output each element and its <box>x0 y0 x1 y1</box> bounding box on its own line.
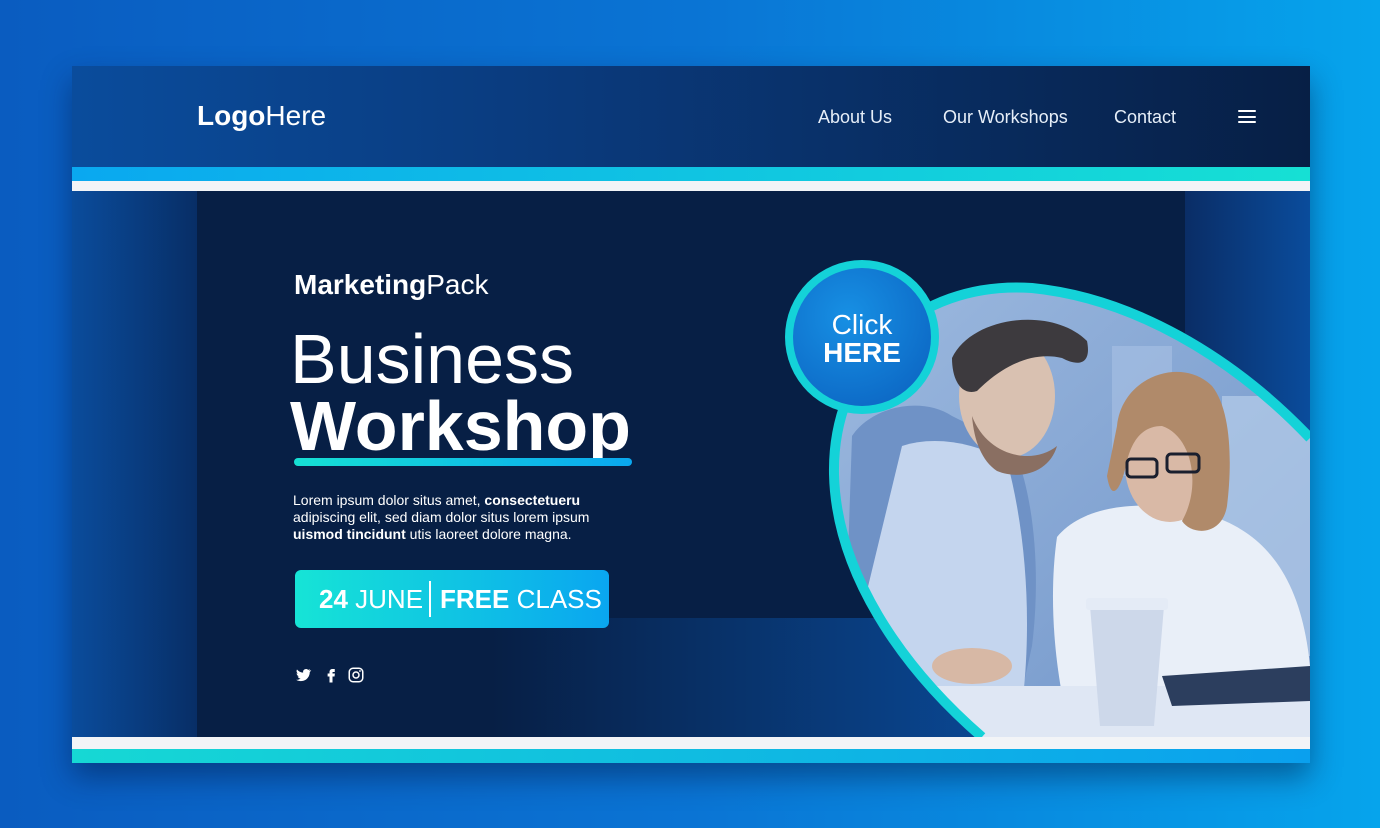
instagram-icon[interactable] <box>347 666 365 684</box>
badge-free: FREE <box>440 584 510 614</box>
description-text: Lorem ipsum dolor situs amet, consectetu… <box>293 492 623 543</box>
marketing-pack-kicker: MarketingPack <box>294 269 489 301</box>
title-line-2: Workshop <box>290 387 631 465</box>
badge-separator <box>429 581 431 617</box>
badge-month: JUNE <box>355 584 424 614</box>
workshop-photo <box>828 282 1310 741</box>
title-underline <box>294 458 632 466</box>
desc-bold-1: consectetueru <box>484 492 581 508</box>
bottom-accent-stripe <box>72 749 1310 763</box>
click-label: Click <box>831 309 893 340</box>
badge-day: 24 <box>319 584 348 614</box>
desc-part-1: Lorem ipsum dolor situs amet, <box>293 492 485 508</box>
title-line-1: Business <box>290 320 575 398</box>
twitter-icon[interactable] <box>294 666 312 684</box>
desc-bold-2: uismod tincidunt <box>293 526 406 542</box>
desc-part-2: adipiscing elit, sed diam dolor situs lo… <box>293 509 590 525</box>
badge-date: 24 JUNE <box>319 570 423 628</box>
badge-class: FREE CLASS <box>440 570 602 628</box>
desc-part-3: utis laoreet dolore magna. <box>405 526 572 542</box>
click-here-inner: Click HERE <box>793 268 931 406</box>
here-label: HERE <box>823 337 901 368</box>
facebook-icon[interactable] <box>322 666 340 684</box>
bottom-white-stripe <box>72 737 1310 749</box>
kicker-light: Pack <box>426 269 489 300</box>
badge-class-word: CLASS <box>516 584 602 614</box>
click-here-button[interactable]: Click HERE <box>785 260 939 414</box>
landing-page: LogoHere About Us Our Workshops Contact <box>72 66 1310 763</box>
kicker-bold: Marketing <box>294 269 427 300</box>
date-class-badge[interactable]: 24 JUNE FREE CLASS <box>295 570 609 628</box>
